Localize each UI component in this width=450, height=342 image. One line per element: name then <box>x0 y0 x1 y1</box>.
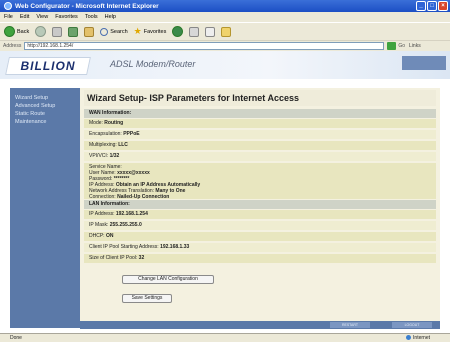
mail-icon[interactable] <box>189 26 200 37</box>
wan-header: WAN Information: <box>84 109 436 118</box>
close-button[interactable]: × <box>438 1 448 11</box>
search-icon <box>100 27 109 36</box>
lan-mask-row: IP Mask: 255.255.255.0 <box>84 221 436 230</box>
menu-help[interactable]: Help <box>105 14 116 20</box>
lan-header: LAN Information: <box>84 200 436 209</box>
print-icon[interactable] <box>205 26 216 37</box>
menu-tools[interactable]: Tools <box>85 14 98 20</box>
favorites-label: Favorites <box>143 28 167 35</box>
address-bar: Address http://192.168.1.254/ Go Links <box>0 40 450 51</box>
search-label: Search <box>110 28 128 35</box>
wan-mode-row: Mode: Routing <box>84 119 436 128</box>
change-lan-configuration-button[interactable]: Change LAN Configuration <box>122 275 214 284</box>
lan-pool-start-row: Client IP Pool Starting Address: 192.168… <box>84 243 436 252</box>
sidebar-item-static-route[interactable]: Static Route <box>10 110 80 118</box>
restart-button[interactable]: RESTART <box>330 322 370 328</box>
star-icon: ★ <box>133 26 142 36</box>
wan-encapsulation-row: Encapsulation: PPPoE <box>84 130 436 139</box>
home-icon[interactable] <box>84 26 95 37</box>
product-name: ADSL Modem/Router <box>110 59 196 69</box>
window-controls: _ □ × <box>416 1 448 11</box>
folder-icon[interactable] <box>221 26 232 37</box>
page-content: BILLION ADSL Modem/Router Wizard Setup A… <box>0 51 450 333</box>
back-arrow-icon <box>4 26 15 37</box>
billion-logo: BILLION <box>5 57 91 75</box>
status-text: Done <box>10 335 22 341</box>
menu-favorites[interactable]: Favorites <box>55 14 78 20</box>
address-input[interactable]: http://192.168.1.254/ <box>24 42 385 50</box>
links-button[interactable]: Links <box>409 43 421 49</box>
page-title: Wizard Setup- ISP Parameters for Interne… <box>84 90 436 106</box>
logout-button[interactable]: LOGOUT <box>392 322 432 328</box>
wan-details-block: Service Name: User Name: xxxxx@xxxxx Pas… <box>84 163 436 200</box>
menu-edit[interactable]: Edit <box>20 14 29 20</box>
security-zone: Internet <box>406 334 430 342</box>
wan-vpivci-row: VPI/VCI: 1/32 <box>84 152 436 161</box>
sidebar-item-maintenance[interactable]: Maintenance <box>10 118 80 126</box>
sidebar: Wizard Setup Advanced Setup Static Route… <box>10 88 80 328</box>
status-bar: Done Internet <box>0 333 450 342</box>
lan-ip-row: IP Address: 192.168.1.254 <box>84 210 436 219</box>
wan-multiplexing-row: Multiplexing: LLC <box>84 141 436 150</box>
browser-toolbar: Back Search ★ Favorites <box>0 22 450 40</box>
window-title: Web Configurator - Microsoft Internet Ex… <box>15 2 159 10</box>
back-button[interactable]: Back <box>4 26 29 37</box>
internet-explorer-icon <box>4 2 12 10</box>
brand-header: BILLION ADSL Modem/Router <box>0 51 450 79</box>
footer-bar: RESTART LOGOUT <box>80 321 440 329</box>
menu-view[interactable]: View <box>36 14 48 20</box>
go-label[interactable]: Go <box>398 43 405 49</box>
wizard-panel: Wizard Setup- ISP Parameters for Interne… <box>80 88 440 328</box>
globe-icon <box>406 335 412 340</box>
refresh-icon[interactable] <box>68 26 79 37</box>
sidebar-item-advanced-setup[interactable]: Advanced Setup <box>10 102 80 110</box>
window-titlebar: Web Configurator - Microsoft Internet Ex… <box>0 0 450 12</box>
brand-banner <box>402 56 446 70</box>
forward-button[interactable] <box>35 26 47 37</box>
favorites-button[interactable]: ★ Favorites <box>134 26 167 37</box>
sidebar-item-wizard-setup[interactable]: Wizard Setup <box>10 94 80 102</box>
back-label: Back <box>17 28 30 35</box>
lan-pool-size-row: Size of Client IP Pool: 32 <box>84 254 436 263</box>
save-settings-button[interactable]: Save Settings <box>122 294 172 303</box>
lan-dhcp-row: DHCP: ON <box>84 232 436 241</box>
stop-icon[interactable] <box>52 26 63 37</box>
search-button[interactable]: Search <box>100 27 128 36</box>
minimize-button[interactable]: _ <box>416 1 426 11</box>
maximize-button[interactable]: □ <box>427 1 437 11</box>
history-icon[interactable] <box>172 26 184 37</box>
menu-bar: File Edit View Favorites Tools Help <box>0 12 450 22</box>
go-button[interactable] <box>387 42 397 50</box>
menu-file[interactable]: File <box>4 14 13 20</box>
address-label: Address <box>3 43 22 49</box>
